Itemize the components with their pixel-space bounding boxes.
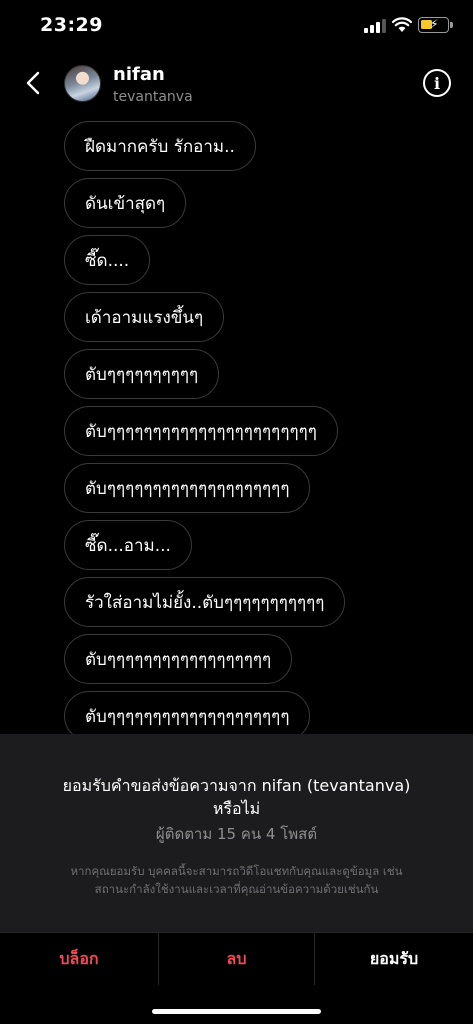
message-request-panel: ยอมรับคำขอส่งข้อความจาก nifan (tevantanv… xyxy=(0,734,473,932)
message-list[interactable]: ฝืดมากครับ รักอาม.. ดันเข้าสุดๆ ซี๊ด....… xyxy=(0,114,473,734)
chevron-left-icon xyxy=(26,71,40,95)
message-bubble[interactable]: ตับๆๆๆๆๆๆๆๆๆๆๆๆๆๆๆๆๆๆ xyxy=(64,634,293,684)
message-bubble[interactable]: ซี๊ด.... xyxy=(64,235,151,285)
delete-button[interactable]: ลบ xyxy=(158,933,315,985)
message-bubble[interactable]: ตับๆๆๆๆๆๆๆๆๆๆๆๆๆๆๆๆๆๆๆๆๆๆๆ xyxy=(64,406,338,456)
info-icon: i xyxy=(433,73,441,93)
message-bubble[interactable]: ตับๆๆๆๆๆๆๆๆๆๆๆๆๆๆๆๆๆๆๆๆ xyxy=(64,691,311,734)
status-bar: 23:29 ⚡ xyxy=(0,0,473,52)
request-note-line: หากคุณยอมรับ บุคคลนี้จะสามารถวิดีโอแชทกั… xyxy=(70,864,403,878)
info-button[interactable]: i xyxy=(423,69,451,97)
message-bubble[interactable]: ซี๊ด...อาม... xyxy=(64,520,192,570)
block-button[interactable]: บล็อก xyxy=(0,933,158,985)
wifi-icon xyxy=(392,17,412,32)
request-actions: บล็อก ลบ ยอมรับ xyxy=(0,932,473,985)
message-bubble[interactable]: รัวใส่อามไม่ยั้ง..ตับๆๆๆๆๆๆๆๆๆๆๆ xyxy=(64,577,346,627)
message-bubble[interactable]: เด้าอามแรงขึ้นๆ xyxy=(64,292,225,342)
contact-name[interactable]: nifan xyxy=(113,64,165,85)
back-button[interactable] xyxy=(18,66,48,100)
request-title-line: ยอมรับคำขอส่งข้อความจาก nifan (tevantanv… xyxy=(62,776,411,795)
signal-icon xyxy=(364,19,386,33)
contact-username: tevantanva xyxy=(113,89,193,105)
message-bubble[interactable]: ฝืดมากครับ รักอาม.. xyxy=(64,121,256,171)
request-note: หากคุณยอมรับ บุคคลนี้จะสามารถวิดีโอแชทกั… xyxy=(40,862,433,898)
request-note-line: สถานะกำลังใช้งานและเวลาที่คุณอ่านข้อความ… xyxy=(94,882,379,896)
message-bubble[interactable]: ตับๆๆๆๆๆๆๆๆๆๆ xyxy=(64,349,220,399)
message-bubble[interactable]: ตับๆๆๆๆๆๆๆๆๆๆๆๆๆๆๆๆๆๆๆๆ xyxy=(64,463,311,513)
request-follower-info: ผู้ติดตาม 15 คน 4 โพสต์ xyxy=(155,825,318,843)
avatar[interactable] xyxy=(64,65,101,102)
request-title: ยอมรับคำขอส่งข้อความจาก nifan (tevantanv… xyxy=(0,774,473,820)
status-time: 23:29 xyxy=(40,14,103,36)
accept-button[interactable]: ยอมรับ xyxy=(315,933,473,985)
chat-header: nifan tevantanva i xyxy=(0,52,473,114)
home-indicator[interactable] xyxy=(152,1009,321,1014)
request-title-line: หรือไม่ xyxy=(212,799,261,818)
message-bubble[interactable]: ดันเข้าสุดๆ xyxy=(64,178,187,228)
battery-icon: ⚡ xyxy=(418,17,453,33)
